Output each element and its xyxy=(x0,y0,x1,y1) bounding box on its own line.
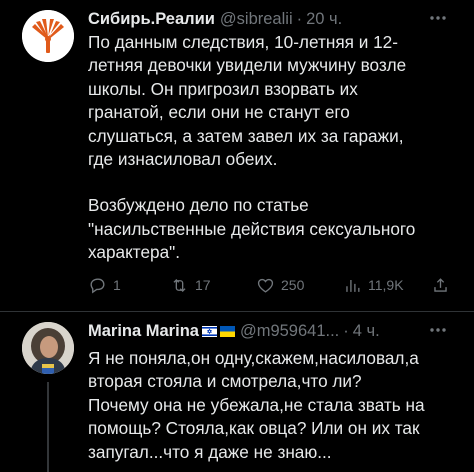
author-handle[interactable]: @sibrealii xyxy=(220,10,293,29)
text-line: Почему она не убежала,не стала звать на xyxy=(88,394,425,415)
text-line: где изнасиловал обеих. xyxy=(88,149,278,170)
ukraine-flag-icon xyxy=(219,325,235,337)
rfe-logo-icon xyxy=(22,10,74,62)
text-line: школы. Он пригрозил взорвать их xyxy=(88,78,358,99)
more-icon[interactable] xyxy=(428,8,448,30)
author-name[interactable]: Сибирь.Реалии xyxy=(88,10,215,29)
text-line: слушаться, а затем завел их за гаражи, xyxy=(88,125,404,146)
text-line: гранатой, если они не станут его xyxy=(88,102,350,123)
avatar[interactable] xyxy=(22,10,74,62)
text-line: "насильственные действия сексуального xyxy=(88,218,416,239)
share-button[interactable] xyxy=(431,276,450,295)
separator-dot: · xyxy=(343,321,349,340)
tweet-marina[interactable]: Marina Marina @m959641... · 4 ч. Я не по… xyxy=(0,312,474,472)
timestamp[interactable]: 4 ч. xyxy=(353,322,380,341)
text-line: помощь? Стояла,как овца? Или он их так xyxy=(88,418,420,439)
heart-icon xyxy=(257,278,274,293)
retweet-icon xyxy=(173,278,186,292)
like-count: 250 xyxy=(281,277,305,293)
views-count: 11,9K xyxy=(368,277,404,293)
reply-button[interactable]: 1 xyxy=(88,276,121,295)
timestamp[interactable]: 20 ч. xyxy=(306,10,342,29)
tweet-header: Сибирь.Реалии @sibrealii · 20 ч. xyxy=(88,8,454,30)
action-bar: 1 17 250 11,9K xyxy=(88,273,458,297)
reply-count: 1 xyxy=(113,277,121,293)
text-line: запугал...что я даже не знаю... xyxy=(88,441,332,462)
author-handle[interactable]: @m959641... xyxy=(240,322,339,341)
thread-line xyxy=(47,382,49,472)
text-line: вторая стояла и смотрела,что ли? xyxy=(88,371,362,392)
views-button[interactable]: 11,9K xyxy=(343,276,404,295)
author-name[interactable]: Marina Marina xyxy=(88,322,199,341)
tweet-header: Marina Marina @m959641... · 4 ч. xyxy=(88,320,454,342)
tweet-text: По данным следствия, 10-летняя и 12- лет… xyxy=(88,31,458,265)
tweet-text: Я не поняла,он одну,скажем,насиловал,а в… xyxy=(88,347,458,464)
retweet-count: 17 xyxy=(195,277,211,293)
separator-dot: · xyxy=(296,9,303,28)
views-icon xyxy=(346,279,360,292)
text-line: летняя девочки увидели мужчину возле xyxy=(88,55,407,76)
tweet-sibrealii[interactable]: Сибирь.Реалии @sibrealii · 20 ч. По данн… xyxy=(0,0,474,312)
share-icon xyxy=(434,277,447,292)
text-line: характера". xyxy=(88,242,181,263)
like-button[interactable]: 250 xyxy=(256,276,304,295)
user-photo-icon xyxy=(22,322,74,374)
reply-icon xyxy=(90,277,105,294)
text-line: Я не поняла,он одну,скажем,насиловал,а xyxy=(88,348,419,368)
retweet-button[interactable]: 17 xyxy=(170,276,211,295)
avatar[interactable] xyxy=(22,322,74,374)
text-line: Возбуждено дело по статье xyxy=(88,195,309,216)
more-icon[interactable] xyxy=(428,320,448,342)
israel-flag-icon xyxy=(201,325,217,337)
text-line: По данным следствия, 10-летняя и 12- xyxy=(88,32,398,52)
